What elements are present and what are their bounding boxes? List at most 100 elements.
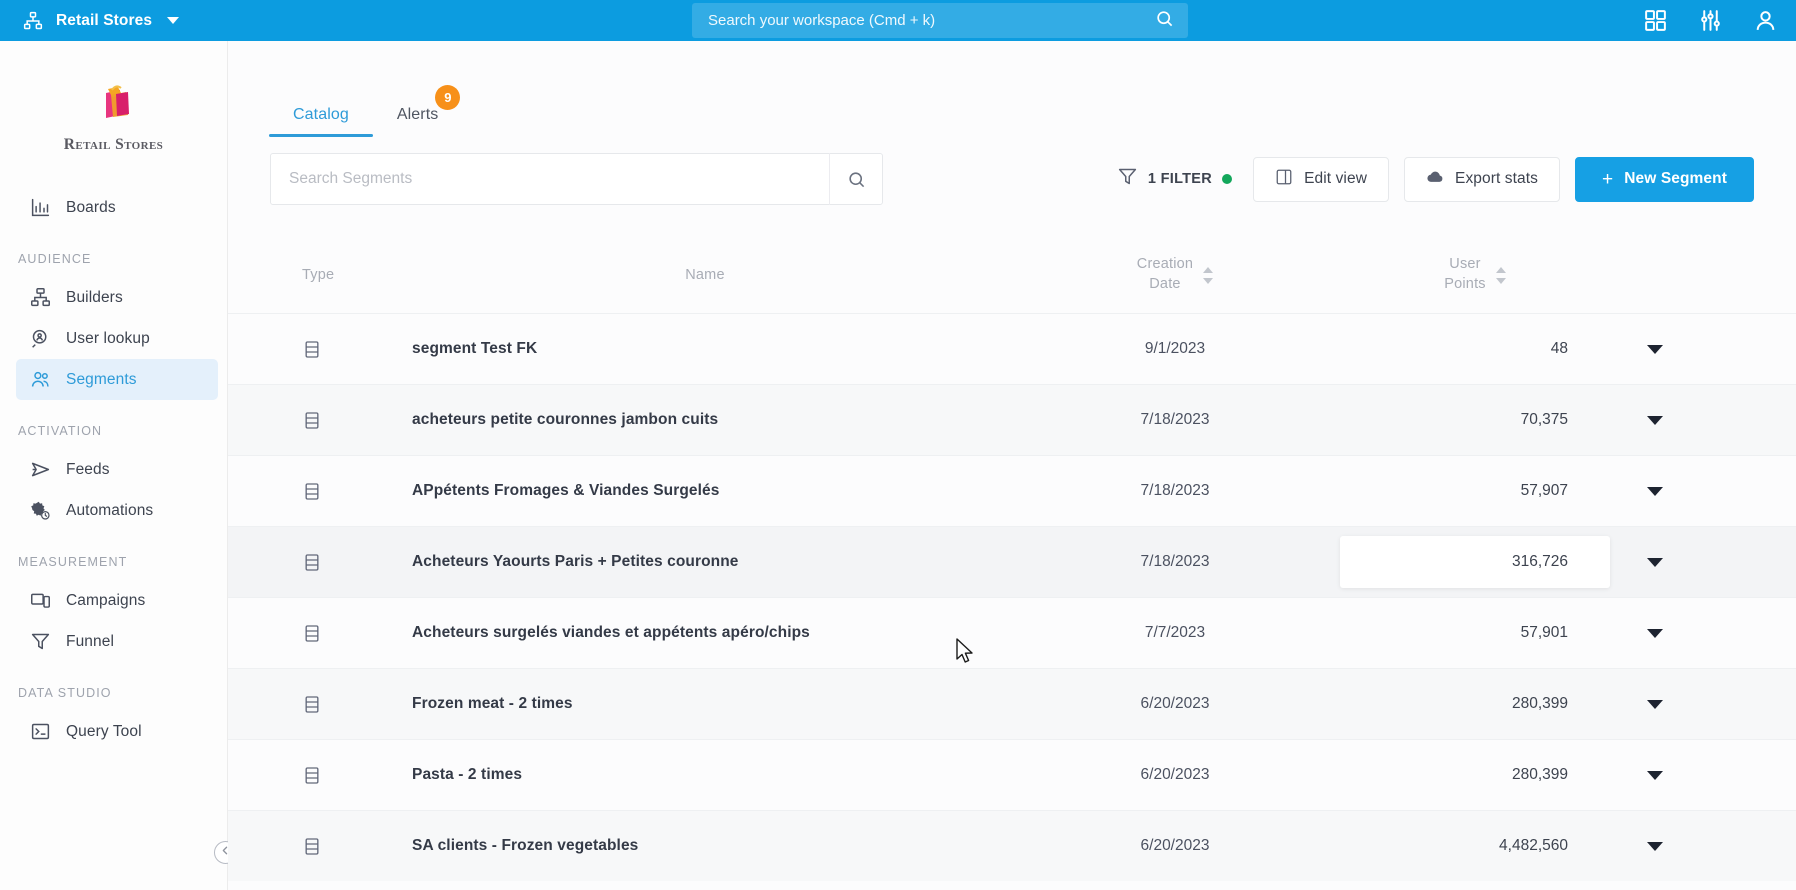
edit-view-button[interactable]: Edit view [1253, 156, 1389, 202]
chevron-down-icon[interactable] [1647, 344, 1663, 354]
table-row[interactable]: APpétents Fromages & Viandes Surgelés 7/1… [228, 455, 1796, 526]
table-row[interactable]: Acheteurs surgelés viandes et appétents … [228, 597, 1796, 668]
top-bar: Retail Stores Search your workspace (Cmd… [0, 0, 1796, 41]
column-header-creation-date[interactable]: Creation Date [1010, 255, 1340, 294]
segment-rows-icon [270, 836, 400, 857]
global-search[interactable]: Search your workspace (Cmd + k) [692, 3, 1188, 38]
content-tabs: Catalog Alerts 9 [228, 41, 1796, 137]
row-actions-button[interactable] [1610, 841, 1700, 851]
row-actions-button[interactable] [1610, 344, 1700, 354]
devices-icon [30, 590, 51, 611]
people-group-icon [30, 369, 51, 390]
segment-user-points: 280,399 [1511, 766, 1568, 783]
segment-user-points-cell: 70,375 [1340, 394, 1610, 446]
edit-view-label: Edit view [1304, 170, 1367, 187]
row-actions-button[interactable] [1610, 415, 1700, 425]
search-icon[interactable] [830, 170, 882, 189]
segment-name[interactable]: segment Test FK [400, 340, 1010, 358]
apps-grid-icon[interactable] [1643, 8, 1668, 33]
global-search-placeholder: Search your workspace (Cmd + k) [708, 12, 936, 29]
filter-button[interactable]: 1 FILTER [1117, 166, 1238, 192]
chevron-down-icon[interactable] [1647, 415, 1663, 425]
export-stats-button[interactable]: Export stats [1404, 156, 1561, 202]
table-row[interactable]: Acheteurs Yaourts Paris + Petites couron… [228, 526, 1796, 597]
chevron-down-icon[interactable] [1647, 557, 1663, 567]
sidebar-item-segments[interactable]: Segments [16, 359, 218, 400]
segment-name[interactable]: Acheteurs surgelés viandes et appétents … [400, 624, 1010, 642]
segment-name[interactable]: acheteurs petite couronnes jambon cuits [400, 411, 1010, 429]
column-header-type[interactable]: Type [270, 267, 400, 283]
row-actions-button[interactable] [1610, 699, 1700, 709]
segment-user-points-cell: 280,399 [1340, 749, 1610, 801]
creation-date-line2: Date [1149, 276, 1181, 292]
filter-active-dot [1222, 174, 1233, 184]
segment-creation-date: 7/7/2023 [1144, 624, 1206, 641]
segment-creation-date: 9/1/2023 [1144, 340, 1206, 357]
chevron-down-icon[interactable] [1647, 628, 1663, 638]
table-row[interactable]: acheteurs petite couronnes jambon cuits 7… [228, 384, 1796, 455]
toolbar-actions: 1 FILTER Edit view Export stats + New Se… [1117, 156, 1754, 202]
segment-name[interactable]: APpétents Fromages & Viandes Surgelés [400, 482, 1010, 500]
search-input[interactable] [271, 170, 829, 188]
chevron-down-icon[interactable] [167, 17, 180, 24]
terminal-icon [30, 721, 51, 742]
sidebar-section-audience: AUDIENCE [18, 252, 92, 266]
new-segment-button[interactable]: + New Segment [1575, 156, 1754, 202]
tab-label: Alerts [396, 106, 439, 123]
workspace-logo: Retail Stores [0, 41, 227, 154]
sidebar-item-user-lookup[interactable]: User lookup [16, 318, 218, 359]
sidebar-item-automations[interactable]: Automations [16, 490, 218, 531]
sidebar-item-label: User lookup [66, 329, 150, 347]
segment-name[interactable]: Acheteurs Yaourts Paris + Petites couron… [400, 553, 1010, 571]
chevron-down-icon[interactable] [1647, 699, 1663, 709]
segment-creation-date: 7/18/2023 [1140, 482, 1210, 499]
search-icon[interactable] [1155, 9, 1174, 33]
sliders-settings-icon[interactable] [1698, 8, 1723, 33]
column-header-user-points[interactable]: User Points [1340, 255, 1610, 294]
segment-name[interactable]: Pasta - 2 times [400, 766, 1010, 784]
chevron-down-icon[interactable] [1647, 841, 1663, 851]
tab-alerts[interactable]: Alerts 9 [373, 85, 463, 137]
layout-panel-icon [1275, 168, 1293, 191]
top-bar-actions [1643, 0, 1778, 41]
segment-name[interactable]: SA clients - Frozen vegetables [400, 837, 1010, 855]
sidebar-item-query-tool[interactable]: Query Tool [16, 711, 218, 752]
segment-rows-icon [270, 410, 400, 431]
segment-name[interactable]: Frozen meat - 2 times [400, 695, 1010, 713]
sidebar-item-label: Builders [66, 288, 123, 306]
creation-date-line1: Creation [1136, 256, 1194, 273]
table-header-row: Type Name Creation Date User Points [228, 237, 1796, 313]
chevron-down-icon[interactable] [1647, 486, 1663, 496]
row-actions-button[interactable] [1610, 628, 1700, 638]
table-row[interactable]: Frozen meat - 2 times 6/20/2023 280,399 [228, 668, 1796, 739]
sidebar-item-boards[interactable]: Boards [16, 187, 218, 228]
user-account-icon[interactable] [1753, 8, 1778, 33]
sidebar-item-campaigns[interactable]: Campaigns [16, 580, 218, 621]
search-segments-box[interactable] [270, 153, 883, 205]
sidebar-item-feeds[interactable]: Feeds [16, 449, 218, 490]
chevron-down-icon[interactable] [1647, 770, 1663, 780]
segment-rows-icon [270, 339, 400, 360]
sort-user-points-icon[interactable] [1495, 266, 1506, 284]
row-actions-button[interactable] [1610, 486, 1700, 496]
table-row[interactable]: SA clients - Frozen vegetables 6/20/2023 4… [228, 810, 1796, 881]
column-header-name[interactable]: Name [400, 267, 1010, 283]
segment-rows-icon [270, 623, 400, 644]
table-row[interactable]: segment Test FK 9/1/2023 48 [228, 313, 1796, 384]
funnel-icon [1117, 166, 1138, 192]
sidebar-item-funnel[interactable]: Funnel [16, 621, 218, 662]
segment-user-points-cell: 57,901 [1340, 607, 1610, 659]
cloud-download-icon [1426, 168, 1444, 191]
sort-creation-date-icon[interactable] [1203, 266, 1214, 284]
row-actions-button[interactable] [1610, 557, 1700, 567]
tab-label: Catalog [293, 106, 349, 123]
row-actions-button[interactable] [1610, 770, 1700, 780]
magnifier-person-icon [30, 328, 51, 349]
sidebar-item-builders[interactable]: Builders [16, 277, 218, 318]
sidebar-section-data-studio: DATA STUDIO [18, 686, 112, 700]
org-switcher[interactable]: Retail Stores [0, 11, 180, 31]
tab-catalog[interactable]: Catalog [269, 106, 373, 137]
table-row[interactable]: Pasta - 2 times 6/20/2023 280,399 [228, 739, 1796, 810]
sitemap-icon [30, 287, 51, 308]
org-name: Retail Stores [56, 11, 153, 29]
